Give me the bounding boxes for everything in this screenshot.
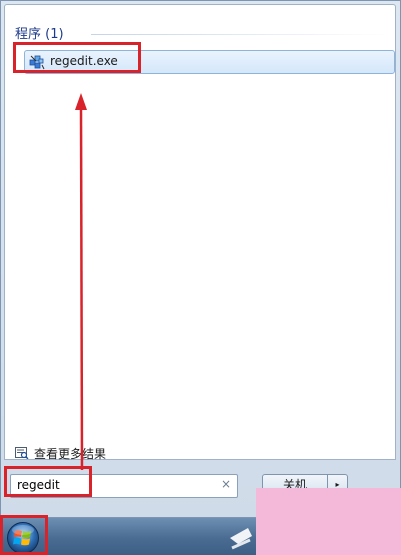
watermark-overlay xyxy=(256,488,401,555)
annotation-highlight-program xyxy=(13,42,141,73)
section-divider xyxy=(91,34,389,35)
start-menu: 程序 (1) regedit.exe 查看更多结果 regedit × 关机 ▸ xyxy=(0,0,401,518)
programs-section-heading: 程序 (1) xyxy=(15,27,64,42)
search-results-icon xyxy=(15,447,29,459)
see-more-results-label: 查看更多结果 xyxy=(34,447,107,461)
taskbar-decoration xyxy=(230,528,252,550)
annotation-highlight-start xyxy=(0,515,48,555)
close-icon[interactable]: × xyxy=(221,477,231,491)
annotation-highlight-search xyxy=(4,466,92,497)
